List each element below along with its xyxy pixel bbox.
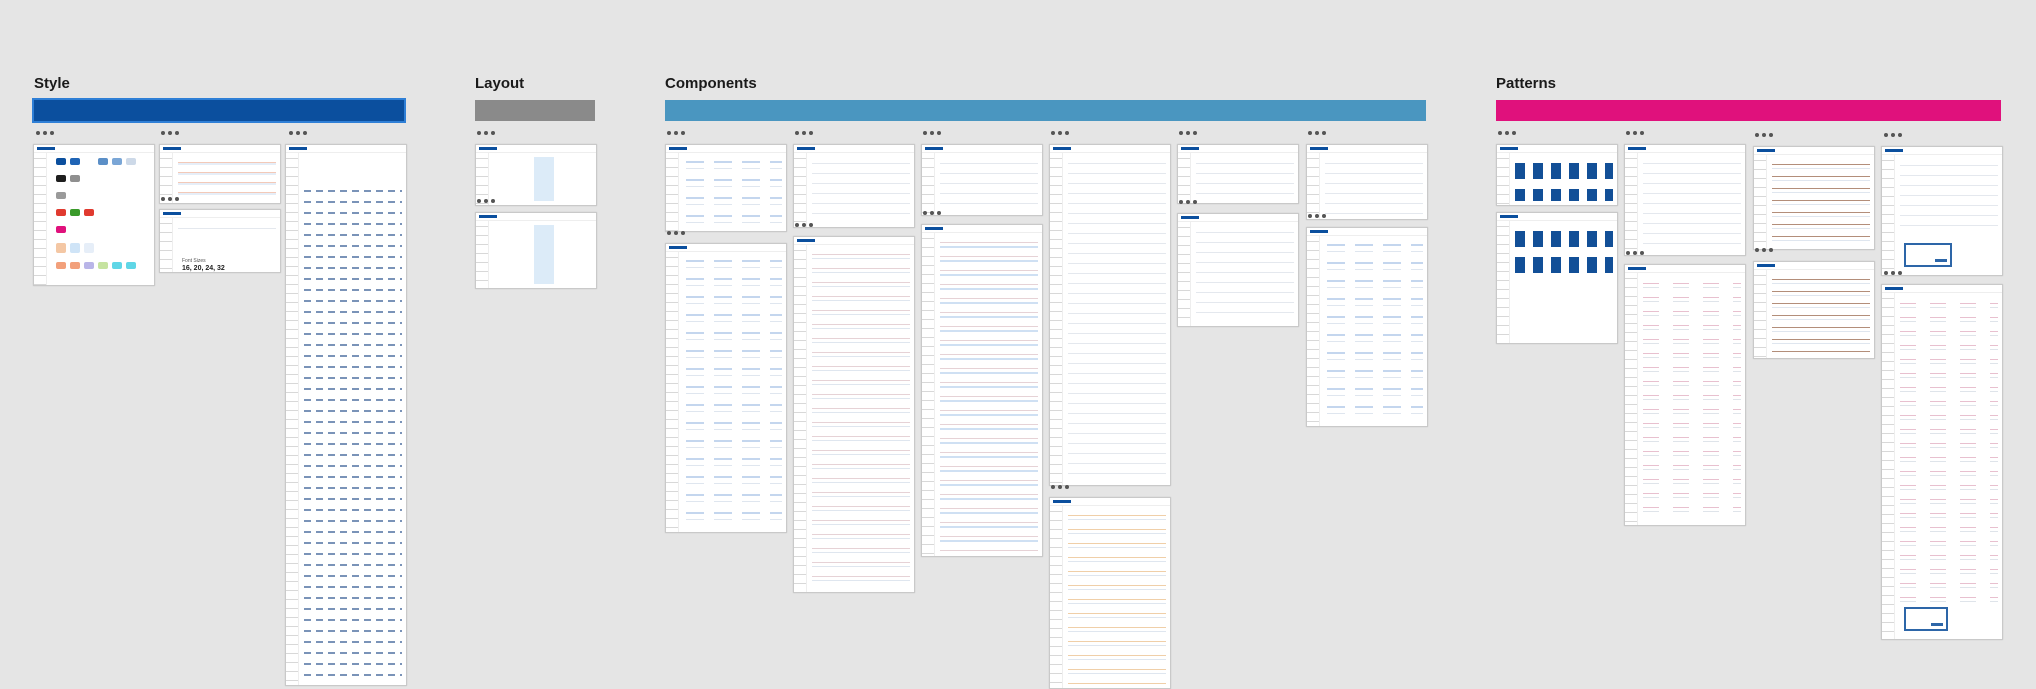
layout-frame-1[interactable] xyxy=(475,144,597,206)
section-bar-layout xyxy=(475,100,595,121)
pattern-navigation-detail-frame[interactable] xyxy=(1624,264,1746,526)
component-forms-frame[interactable] xyxy=(1049,144,1171,486)
frame-menu-dots[interactable] xyxy=(1308,214,1326,218)
component-tables-detail-frame[interactable] xyxy=(1177,213,1299,327)
component-tables-frame[interactable] xyxy=(1177,144,1299,204)
component-forms-detail-frame[interactable] xyxy=(1049,497,1171,689)
section-title-layout: Layout xyxy=(475,75,525,92)
frame-menu-dots[interactable] xyxy=(667,131,685,135)
section-bar-style xyxy=(32,98,406,123)
frame-menu-dots[interactable] xyxy=(1755,248,1773,252)
frame-menu-dots[interactable] xyxy=(36,131,54,135)
section-title-style: Style xyxy=(34,75,70,92)
component-inputs-frame[interactable] xyxy=(793,144,915,228)
style-typography-frame[interactable]: Font Sizes 16, 20, 24, 32 xyxy=(159,209,281,273)
frame-menu-dots[interactable] xyxy=(1626,131,1644,135)
section-bar-patterns xyxy=(1496,100,2001,121)
type-scale-value: 16, 20, 24, 32 xyxy=(182,265,225,272)
frame-menu-dots[interactable] xyxy=(795,131,813,135)
frame-menu-dots[interactable] xyxy=(1755,133,1773,137)
pattern-cards-frame[interactable] xyxy=(1496,144,1618,206)
component-inputs-detail-frame[interactable] xyxy=(793,236,915,593)
frame-menu-dots[interactable] xyxy=(161,131,179,135)
dialog-preview xyxy=(1904,243,1952,267)
dialog-preview xyxy=(1904,607,1948,631)
pattern-dialogs-frame[interactable] xyxy=(1881,146,2003,276)
frame-menu-dots[interactable] xyxy=(1179,131,1197,135)
component-feedback-frame[interactable] xyxy=(1306,144,1428,220)
style-icons-frame[interactable] xyxy=(285,144,407,686)
frame-menu-dots[interactable] xyxy=(1051,485,1069,489)
frame-menu-dots[interactable] xyxy=(1626,251,1644,255)
section-title-patterns: Patterns xyxy=(1496,75,1557,92)
style-colors-frame[interactable] xyxy=(33,144,155,286)
section-bar-components xyxy=(665,100,1426,121)
pattern-lists-detail-frame[interactable] xyxy=(1753,261,1875,359)
frame-menu-dots[interactable] xyxy=(923,131,941,135)
component-selects-frame[interactable] xyxy=(921,144,1043,216)
frame-menu-dots[interactable] xyxy=(1051,131,1069,135)
component-buttons-frame[interactable] xyxy=(665,144,787,232)
frame-menu-dots[interactable] xyxy=(1498,131,1516,135)
frame-menu-dots[interactable] xyxy=(289,131,307,135)
frame-menu-dots[interactable] xyxy=(161,197,179,201)
component-selects-detail-frame[interactable] xyxy=(921,224,1043,557)
section-title-components: Components xyxy=(665,75,757,92)
pattern-cards-detail-frame[interactable] xyxy=(1496,212,1618,344)
layout-frame-2[interactable] xyxy=(475,212,597,289)
frame-menu-dots[interactable] xyxy=(477,131,495,135)
frame-menu-dots[interactable] xyxy=(1308,131,1326,135)
style-tokens-frame[interactable] xyxy=(159,144,281,204)
frame-menu-dots[interactable] xyxy=(667,231,685,235)
pattern-dialogs-detail-frame[interactable] xyxy=(1881,284,2003,640)
component-buttons-detail-frame[interactable] xyxy=(665,243,787,533)
frame-menu-dots[interactable] xyxy=(1884,133,1902,137)
component-feedback-detail-frame[interactable] xyxy=(1306,227,1428,427)
frame-menu-dots[interactable] xyxy=(1179,200,1197,204)
frame-menu-dots[interactable] xyxy=(477,199,495,203)
frame-menu-dots[interactable] xyxy=(923,211,941,215)
pattern-navigation-frame[interactable] xyxy=(1624,144,1746,256)
pattern-lists-frame[interactable] xyxy=(1753,146,1875,250)
frame-menu-dots[interactable] xyxy=(795,223,813,227)
type-scale-label: Font Sizes xyxy=(182,258,206,264)
frame-menu-dots[interactable] xyxy=(1884,271,1902,275)
